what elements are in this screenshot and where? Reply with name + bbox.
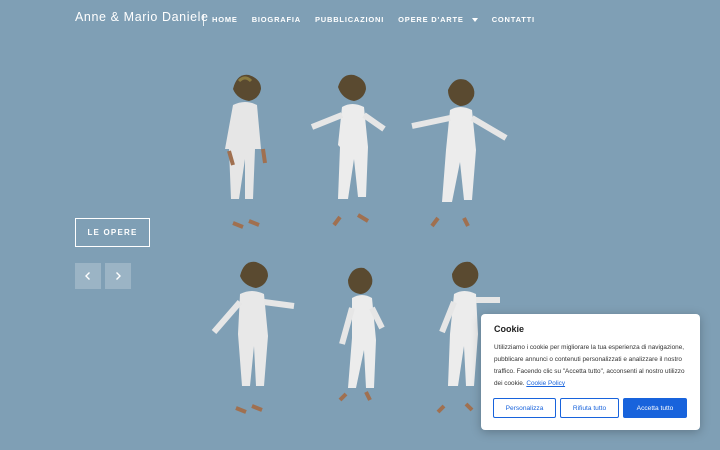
nav-item-home[interactable]: HOME bbox=[212, 15, 238, 24]
figure-3 bbox=[411, 79, 508, 228]
nav-item-label: HOME bbox=[212, 15, 238, 24]
chevron-left-icon bbox=[85, 272, 90, 280]
nav-item-label: CONTATTI bbox=[491, 15, 535, 24]
cookie-description: Utilizziamo i cookie per migliorare la t… bbox=[494, 342, 692, 390]
slider-prev-button[interactable] bbox=[75, 263, 101, 289]
cookie-banner: Cookie Utilizziamo i cookie per migliora… bbox=[481, 314, 700, 430]
nav-item-label: PUBBLICAZIONI bbox=[314, 15, 385, 24]
caret-down-icon bbox=[471, 17, 478, 22]
accept-all-button[interactable]: Accetta tutto bbox=[623, 398, 687, 418]
figure-4 bbox=[211, 261, 295, 414]
le-opere-button[interactable]: LE OPERE bbox=[75, 218, 150, 247]
nav-item-pubblicazioni[interactable]: PUBBLICAZIONI bbox=[315, 15, 384, 24]
nav-item-label: BIOGRAFIA bbox=[251, 15, 301, 24]
figure-5 bbox=[338, 267, 385, 402]
cookie-title: Cookie bbox=[494, 324, 525, 334]
site-header: Anne & Mario Daniele HOME BIOGRAFIA PUBB… bbox=[0, 0, 720, 40]
nav-item-biografia[interactable]: BIOGRAFIA bbox=[252, 15, 301, 24]
site-brand[interactable]: Anne & Mario Daniele bbox=[75, 10, 209, 24]
cookie-text: Utilizziamo i cookie per migliorare la t… bbox=[494, 344, 685, 387]
reject-all-button[interactable]: Rifiuta tutto bbox=[560, 398, 619, 418]
nav-item-opere-darte[interactable]: OPERE D'ARTE bbox=[398, 15, 478, 24]
cookie-policy-link[interactable]: Cookie Policy bbox=[526, 380, 565, 387]
slider-next-button[interactable] bbox=[105, 263, 131, 289]
figure-1 bbox=[225, 74, 267, 229]
brand-divider bbox=[203, 14, 204, 26]
chevron-right-icon bbox=[116, 272, 121, 280]
figure-2 bbox=[310, 74, 386, 227]
nav-item-label: OPERE D'ARTE bbox=[398, 15, 464, 24]
main-nav: HOME BIOGRAFIA PUBBLICAZIONI OPERE D'ART… bbox=[212, 15, 535, 24]
customize-button[interactable]: Personalizza bbox=[493, 398, 556, 418]
nav-item-contatti[interactable]: CONTATTI bbox=[492, 15, 535, 24]
